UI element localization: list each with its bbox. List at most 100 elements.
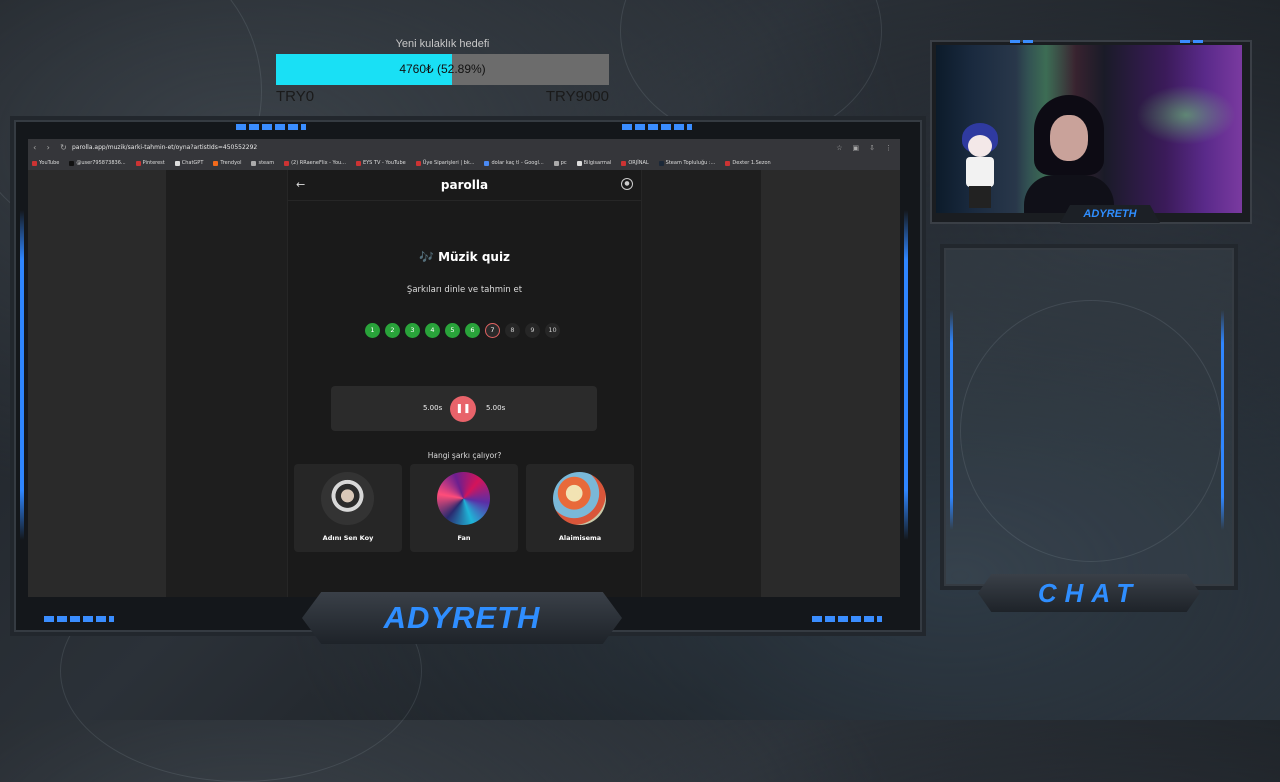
bookmark-item[interactable]: steam <box>251 160 274 166</box>
goal-min-label: TRY0 <box>276 88 315 105</box>
pause-button[interactable]: ❚❚ <box>450 396 476 422</box>
question-progress: 1 2 3 4 5 6 7 8 9 10 <box>365 323 560 338</box>
bookmark-icon <box>355 160 361 166</box>
step-indicator-current: 7 <box>485 323 500 338</box>
browser-window: ‹ › ↻ parolla.app/muzik/sarki-tahmin-et/… <box>28 139 900 597</box>
bookmark-icon <box>135 160 141 166</box>
bookmark-icon <box>576 160 582 166</box>
answer-label: Fan <box>457 534 471 542</box>
streamer-figure <box>1024 95 1114 213</box>
web-page: ← parolla ● 🎶 Müzik quiz Şarkıları dinle… <box>28 170 900 597</box>
bookmark-item[interactable]: Dexter 1.Sezon <box>725 160 771 166</box>
star-icon[interactable]: ☆ <box>836 144 842 152</box>
bookmark-item[interactable]: dolar kaç tl - Googl... <box>484 160 544 166</box>
step-indicator: 8 <box>505 323 520 338</box>
browser-nav: ‹ › ↻ <box>28 143 72 152</box>
bookmark-item[interactable]: @user795873836... <box>69 160 126 166</box>
page-title: 🎶 Müzik quiz <box>418 250 511 264</box>
menu-icon[interactable]: ⋮ <box>885 144 892 152</box>
bookmark-icon <box>484 160 490 166</box>
bookmark-item[interactable]: (2) RRaeneFlix - You... <box>284 160 346 166</box>
bookmark-item[interactable]: Trendyol <box>213 160 241 166</box>
bookmark-item[interactable]: pc <box>553 160 567 166</box>
bookmark-item[interactable]: YouTube <box>32 160 59 166</box>
frame-accent <box>1010 40 1036 43</box>
bookmark-item[interactable]: Pinterest <box>135 160 165 166</box>
streamer-name-plate: ADYRETH <box>302 592 622 644</box>
rgb-light <box>1136 85 1236 145</box>
album-cover-image <box>321 472 374 525</box>
album-cover-image <box>553 472 606 525</box>
frame-accent <box>44 616 114 622</box>
bookmark-item[interactable]: ORJİNAL <box>621 160 649 166</box>
step-indicator: 10 <box>545 323 560 338</box>
total-time: 5.00s <box>486 404 506 412</box>
step-indicator: 6 <box>465 323 480 338</box>
app-header: ← parolla ● <box>288 170 641 201</box>
reload-icon[interactable]: ↻ <box>60 143 67 152</box>
pause-icon: ❚❚ <box>455 404 471 414</box>
answer-option[interactable]: Fan <box>410 464 518 552</box>
frame-accent <box>20 210 24 540</box>
bookmark-icon <box>213 160 219 166</box>
bookmark-item[interactable]: Steam Topluluğu :... <box>658 160 715 166</box>
bookmark-item[interactable]: ChatGPT <box>174 160 203 166</box>
avatar-legs <box>969 186 991 208</box>
answer-options: Adını Sen Koy Fan Alaimisema <box>294 464 634 552</box>
forward-arrow-icon[interactable]: › <box>47 143 50 152</box>
folder-icon <box>553 160 559 166</box>
bookmark-icon <box>174 160 180 166</box>
streamer-name: ADYRETH <box>383 600 541 635</box>
bookmark-icon <box>32 160 37 166</box>
answer-label: Adını Sen Koy <box>322 534 374 542</box>
answer-option[interactable]: Adını Sen Koy <box>294 464 402 552</box>
back-arrow-icon[interactable]: ‹ <box>33 143 36 152</box>
user-icon[interactable]: ● <box>621 178 633 190</box>
chat-name-plate: CHAT <box>978 574 1200 612</box>
album-cover-image <box>437 472 490 525</box>
avatar-face <box>968 135 992 157</box>
frame-accent <box>236 124 306 130</box>
folder-icon <box>251 160 257 166</box>
bookmark-item[interactable]: Bilgisarmal <box>576 160 611 166</box>
step-indicator: 5 <box>445 323 460 338</box>
frame-accent <box>904 210 908 540</box>
chat-frame <box>944 248 1234 586</box>
answer-label: Alaimisema <box>558 534 602 542</box>
chat-title: CHAT <box>1037 578 1141 608</box>
question-text: Hangi şarkı çalıyor? <box>427 451 502 460</box>
step-indicator: 4 <box>425 323 440 338</box>
goal-progress-bar: 4760₺ (52.89%) <box>276 54 609 85</box>
webcam-name-plate: ADYRETH <box>1060 205 1160 223</box>
chibi-avatar <box>958 123 1002 211</box>
elapsed-time: 5.00s <box>423 404 443 412</box>
parolla-app: ← parolla ● 🎶 Müzik quiz Şarkıları dinle… <box>287 170 642 597</box>
bookmark-icon <box>69 160 75 166</box>
download-icon[interactable]: ⇩ <box>869 144 875 152</box>
extensions-icon[interactable]: ▣ <box>853 144 860 152</box>
page-subtitle: Şarkıları dinle ve tahmin et <box>406 285 523 295</box>
frame-accent <box>1180 40 1206 43</box>
goal-progress-text: 4760₺ (52.89%) <box>399 62 486 76</box>
step-indicator: 3 <box>405 323 420 338</box>
goal-max-label: TRY9000 <box>545 88 609 105</box>
answer-option[interactable]: Alaimisema <box>526 464 634 552</box>
browser-toolbar: ‹ › ↻ parolla.app/muzik/sarki-tahmin-et/… <box>28 139 900 156</box>
app-logo[interactable]: parolla <box>288 178 641 192</box>
step-indicator: 1 <box>365 323 380 338</box>
address-bar[interactable]: parolla.app/muzik/sarki-tahmin-et/oyna?a… <box>72 144 836 151</box>
avatar-body <box>966 157 994 187</box>
bookmark-icon <box>415 160 421 166</box>
bookmarks-bar: YouTube @user795873836... Pinterest Chat… <box>28 156 900 171</box>
frame-accent <box>812 616 882 622</box>
frame-accent <box>950 310 953 530</box>
bookmark-icon <box>621 160 627 166</box>
face <box>1050 115 1088 161</box>
frame-accent <box>1221 310 1224 530</box>
bookmark-icon <box>725 160 731 166</box>
bookmark-item[interactable]: Üye Siparişleri | bk... <box>415 160 474 166</box>
step-indicator: 2 <box>385 323 400 338</box>
goal-title: Yeni kulaklık hedefi <box>395 38 490 50</box>
bookmark-item[interactable]: EYS TV - YouTube <box>355 160 406 166</box>
webcam-feed <box>936 45 1242 213</box>
